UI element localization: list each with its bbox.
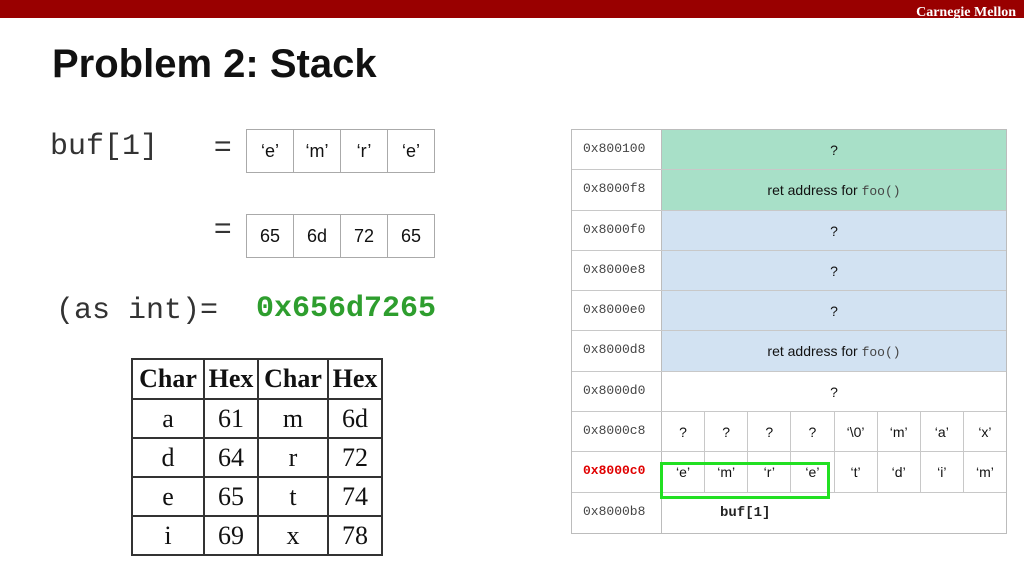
char-cell: ‘m’ xyxy=(293,129,341,173)
table-cell: t xyxy=(257,476,329,517)
memory-address: 0x8000c0 xyxy=(572,452,662,492)
table-cell: 78 xyxy=(327,515,383,556)
memory-value: ? xyxy=(662,250,1006,291)
table-row: d 64 r 72 xyxy=(131,437,383,478)
memory-row: 0x800100? xyxy=(572,130,1006,171)
table-cell: 74 xyxy=(327,476,383,517)
memory-row: 0x8000c8???? ‘\0’ ‘m’ ‘a’ ‘x’ xyxy=(572,412,1006,453)
memory-address: 0x8000e0 xyxy=(572,291,662,331)
memory-address: 0x8000d8 xyxy=(572,331,662,371)
hex-cell: 65 xyxy=(246,214,294,258)
memory-address: 0x8000b8 xyxy=(572,492,662,533)
char-cell: ‘r’ xyxy=(340,129,388,173)
memory-byte-cell: ‘m’ xyxy=(705,452,749,492)
table-header: Char xyxy=(257,358,329,400)
memory-address: 0x8000c8 xyxy=(572,412,662,452)
table-cell: 64 xyxy=(203,437,259,478)
table-cell: i xyxy=(131,515,205,556)
table-cell: r xyxy=(257,437,329,478)
table-cell: e xyxy=(131,476,205,517)
memory-byte-cell: ‘m’ xyxy=(878,412,921,452)
memory-byte-cell: ‘x’ xyxy=(978,424,992,441)
equals-sign-2: = xyxy=(214,212,232,245)
char-cell: ‘e’ xyxy=(246,129,294,173)
memory-value: ? xyxy=(662,130,1006,170)
hex-cell: 6d xyxy=(293,214,341,258)
table-cell: 69 xyxy=(203,515,259,556)
table-header: Hex xyxy=(327,358,383,400)
table-row: i 69 x 78 xyxy=(131,515,383,556)
memory-row: 0x8000e8? xyxy=(572,250,1006,292)
memory-byte-cell: ‘d’ xyxy=(878,452,921,492)
table-cell: 6d xyxy=(327,398,383,439)
memory-row: 0x8000d8 ret address for foo() xyxy=(572,331,1006,372)
memory-byte-cell: ? xyxy=(662,412,706,452)
stack-memory-diagram: 0x800100? 0x8000f8 ret address for foo() 0x… xyxy=(571,129,1007,534)
hex-cell: 72 xyxy=(340,214,388,258)
equals-sign-1: = xyxy=(214,130,232,163)
memory-value: ? xyxy=(662,210,1006,250)
memory-value: ? xyxy=(662,371,1006,412)
memory-row: 0x8000d0? xyxy=(572,371,1006,413)
function-name: foo() xyxy=(861,345,901,361)
table-header: Hex xyxy=(203,358,259,400)
memory-address: 0x800100 xyxy=(572,130,662,170)
memory-value: ret address for foo() xyxy=(662,170,1006,210)
buf-label: buf[1] xyxy=(50,130,159,164)
table-cell: a xyxy=(131,398,205,439)
table-row: e 65 t 74 xyxy=(131,476,383,517)
memory-row: 0x8000b8 xyxy=(572,492,1006,533)
memory-value xyxy=(662,492,1006,533)
char-bytes-table: ‘e’ ‘m’ ‘r’ ‘e’ xyxy=(246,129,435,173)
as-int-value: 0x656d7265 xyxy=(256,292,437,326)
memory-value: ? xyxy=(662,291,1006,331)
hex-cell: 65 xyxy=(387,214,435,258)
table-cell: 72 xyxy=(327,437,383,478)
memory-byte-cell: ‘t’ xyxy=(835,452,878,492)
table-header: Char xyxy=(131,358,205,400)
slide-title: Problem 2: Stack xyxy=(52,42,377,86)
table-cell: m xyxy=(257,398,329,439)
table-cell: x xyxy=(257,515,329,556)
memory-byte-cell: ‘\0’ xyxy=(835,412,878,452)
memory-row: 0x8000c0 ‘e’ ‘m’ ‘r’ ‘e’ ‘t’ ‘d’ ‘i’ ‘m’ xyxy=(572,452,1006,493)
memory-byte-cell: ‘a’ xyxy=(921,412,964,452)
memory-address: 0x8000f0 xyxy=(572,210,662,250)
memory-byte-cell: ‘e’ xyxy=(662,452,706,492)
char-cell: ‘e’ xyxy=(387,129,435,173)
memory-address: 0x8000f8 xyxy=(572,170,662,210)
memory-byte-cell: ‘i’ xyxy=(921,452,964,492)
buf-pointer-label: buf[1] xyxy=(720,505,771,521)
memory-address: 0x8000e8 xyxy=(572,250,662,291)
hex-bytes-table: 65 6d 72 65 xyxy=(246,214,435,258)
table-cell: d xyxy=(131,437,205,478)
memory-address: 0x8000d0 xyxy=(572,371,662,412)
table-cell: 61 xyxy=(203,398,259,439)
table-cell: 65 xyxy=(203,476,259,517)
memory-byte-cell: ? xyxy=(748,412,792,452)
memory-row: 0x8000f8 ret address for foo() xyxy=(572,170,1006,211)
as-int-label: (as int)= xyxy=(56,294,219,328)
table-row: a 61 m 6d xyxy=(131,398,383,439)
memory-byte-cell: ‘r’ xyxy=(748,452,792,492)
memory-value: ret address for foo() xyxy=(662,331,1006,371)
memory-byte-cell: ‘m’ xyxy=(975,464,994,481)
ascii-hex-table: Char Hex Char Hex a 61 m 6d d 64 r 72 e … xyxy=(131,358,383,556)
function-name: foo() xyxy=(861,184,901,200)
brand-label: Carnegie Mellon xyxy=(916,5,1016,20)
memory-row: 0x8000e0? xyxy=(572,291,1006,332)
header-bar: Carnegie Mellon xyxy=(0,0,1024,20)
memory-byte-cell: ? xyxy=(791,412,835,452)
memory-row: 0x8000f0? xyxy=(572,210,1006,251)
memory-byte-cell: ? xyxy=(705,412,749,452)
memory-byte-cell: ‘e’ xyxy=(791,452,835,492)
